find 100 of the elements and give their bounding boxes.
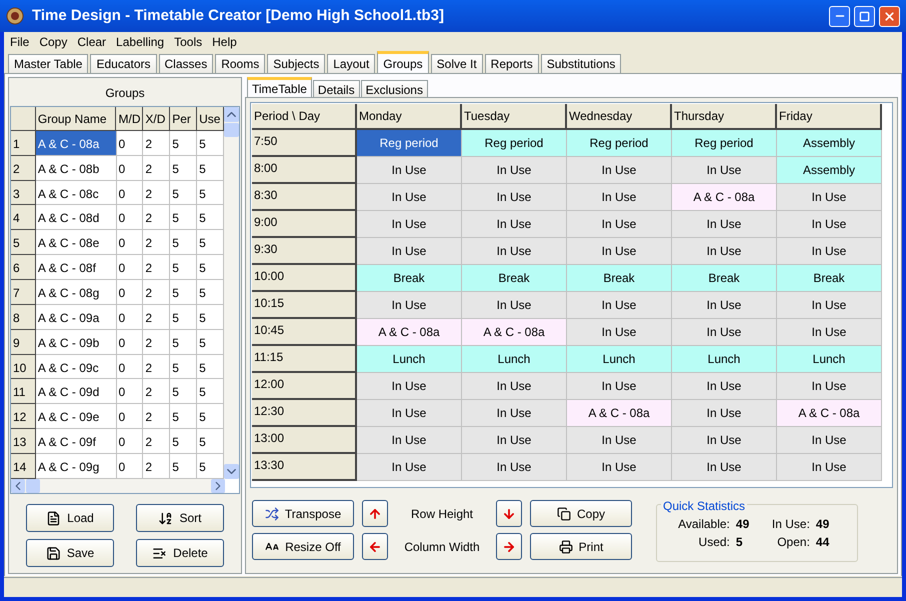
table-cell[interactable]: In Use: [672, 319, 777, 346]
scroll-thumb[interactable]: [224, 123, 239, 137]
row-header[interactable]: 4: [11, 205, 36, 230]
close-button[interactable]: [879, 6, 900, 26]
menu-item[interactable]: Tools: [174, 33, 202, 51]
table-cell[interactable]: Reg period: [672, 130, 777, 157]
table-cell[interactable]: Break: [672, 265, 777, 292]
table-cell[interactable]: In Use: [672, 454, 777, 481]
transpose-button[interactable]: Transpose: [252, 500, 354, 527]
column-header[interactable]: X/D: [143, 107, 170, 131]
table-cell[interactable]: In Use: [357, 184, 462, 211]
table-cell[interactable]: Lunch: [357, 346, 462, 373]
menu-item[interactable]: Clear: [77, 33, 106, 51]
save-button[interactable]: Save: [26, 539, 114, 567]
row-header[interactable]: 2: [11, 156, 36, 181]
tab[interactable]: Classes: [158, 54, 214, 73]
table-cell[interactable]: In Use: [777, 238, 882, 265]
tab[interactable]: Rooms: [215, 54, 266, 73]
table-cell[interactable]: In Use: [462, 400, 567, 427]
table-cell[interactable]: In Use: [357, 400, 462, 427]
tab[interactable]: Subjects: [267, 54, 326, 73]
row-header[interactable]: 7: [11, 280, 36, 305]
table-cell[interactable]: A & C - 08a: [357, 319, 462, 346]
table-cell[interactable]: In Use: [357, 454, 462, 481]
table-cell[interactable]: In Use: [777, 319, 882, 346]
row-header[interactable]: 12: [11, 404, 36, 430]
table-cell[interactable]: In Use: [567, 238, 672, 265]
column-left-button[interactable]: [362, 533, 388, 560]
row-down-button[interactable]: [496, 500, 522, 527]
table-cell[interactable]: In Use: [777, 454, 882, 481]
table-cell[interactable]: A & C - 08a: [567, 400, 672, 427]
table-cell[interactable]: In Use: [462, 184, 567, 211]
column-header[interactable]: Per: [170, 107, 198, 131]
table-cell[interactable]: In Use: [462, 157, 567, 184]
row-header[interactable]: 13: [11, 429, 36, 454]
table-cell[interactable]: Break: [357, 265, 462, 292]
load-button[interactable]: Load: [26, 504, 114, 532]
table-cell[interactable]: A & C - 08a: [462, 319, 567, 346]
row-header[interactable]: 3: [11, 180, 36, 206]
table-cell[interactable]: In Use: [357, 238, 462, 265]
resize-button[interactable]: Resize Off: [252, 533, 354, 560]
table-cell[interactable]: In Use: [462, 373, 567, 400]
table-cell[interactable]: In Use: [567, 157, 672, 184]
menu-item[interactable]: Copy: [39, 33, 68, 51]
row-header[interactable]: 10: [11, 354, 36, 380]
table-cell[interactable]: In Use: [672, 427, 777, 454]
table-cell[interactable]: In Use: [462, 211, 567, 238]
tab[interactable]: Master Table: [8, 54, 88, 73]
table-cell[interactable]: In Use: [777, 184, 882, 211]
table-cell[interactable]: Reg period: [567, 130, 672, 157]
table-cell[interactable]: In Use: [357, 292, 462, 319]
table-cell[interactable]: Assembly: [777, 157, 882, 184]
row-header[interactable]: 14: [11, 454, 36, 479]
column-header[interactable]: Use: [197, 107, 224, 131]
scroll-thumb[interactable]: [26, 479, 40, 493]
horizontal-scrollbar[interactable]: [11, 479, 225, 493]
row-header[interactable]: 6: [11, 255, 36, 280]
vertical-scrollbar[interactable]: [224, 107, 239, 479]
copy-button[interactable]: Copy: [530, 500, 632, 527]
table-cell[interactable]: In Use: [357, 427, 462, 454]
minimize-button[interactable]: [829, 6, 850, 26]
column-right-button[interactable]: [496, 533, 522, 560]
print-button[interactable]: Print: [530, 533, 632, 560]
table-cell[interactable]: In Use: [777, 211, 882, 238]
table-cell[interactable]: In Use: [357, 157, 462, 184]
menu-item[interactable]: Labelling: [116, 33, 164, 51]
table-cell[interactable]: In Use: [567, 319, 672, 346]
table-cell[interactable]: Break: [777, 265, 882, 292]
tab[interactable]: Layout: [327, 54, 376, 73]
row-header[interactable]: 1: [11, 130, 36, 156]
table-cell[interactable]: In Use: [462, 292, 567, 319]
table-cell[interactable]: In Use: [357, 373, 462, 400]
table-cell[interactable]: In Use: [672, 373, 777, 400]
table-cell[interactable]: Lunch: [777, 346, 882, 373]
table-cell[interactable]: Break: [462, 265, 567, 292]
table-cell[interactable]: In Use: [777, 292, 882, 319]
tab[interactable]: Exclusions: [360, 80, 428, 97]
table-cell[interactable]: In Use: [567, 292, 672, 319]
table-cell[interactable]: In Use: [462, 238, 567, 265]
table-cell[interactable]: Lunch: [462, 346, 567, 373]
table-cell[interactable]: In Use: [777, 373, 882, 400]
row-up-button[interactable]: [362, 500, 388, 527]
table-cell[interactable]: In Use: [462, 454, 567, 481]
table-cell[interactable]: Lunch: [567, 346, 672, 373]
table-cell[interactable]: Lunch: [672, 346, 777, 373]
table-cell[interactable]: In Use: [672, 238, 777, 265]
table-cell[interactable]: In Use: [462, 427, 567, 454]
tab[interactable]: Substitutions: [540, 54, 622, 73]
table-cell[interactable]: Assembly: [777, 130, 882, 157]
table-cell[interactable]: Reg period: [462, 130, 567, 157]
tab[interactable]: Educators: [90, 54, 157, 73]
table-cell[interactable]: Reg period: [357, 130, 462, 157]
row-header[interactable]: 5: [11, 230, 36, 256]
table-cell[interactable]: A & C - 08a: [672, 184, 777, 211]
table-cell[interactable]: In Use: [567, 184, 672, 211]
table-cell[interactable]: In Use: [672, 157, 777, 184]
row-header[interactable]: 9: [11, 330, 36, 355]
table-cell[interactable]: In Use: [672, 292, 777, 319]
tab[interactable]: Groups: [377, 51, 429, 73]
sort-button[interactable]: Sort: [136, 504, 224, 532]
